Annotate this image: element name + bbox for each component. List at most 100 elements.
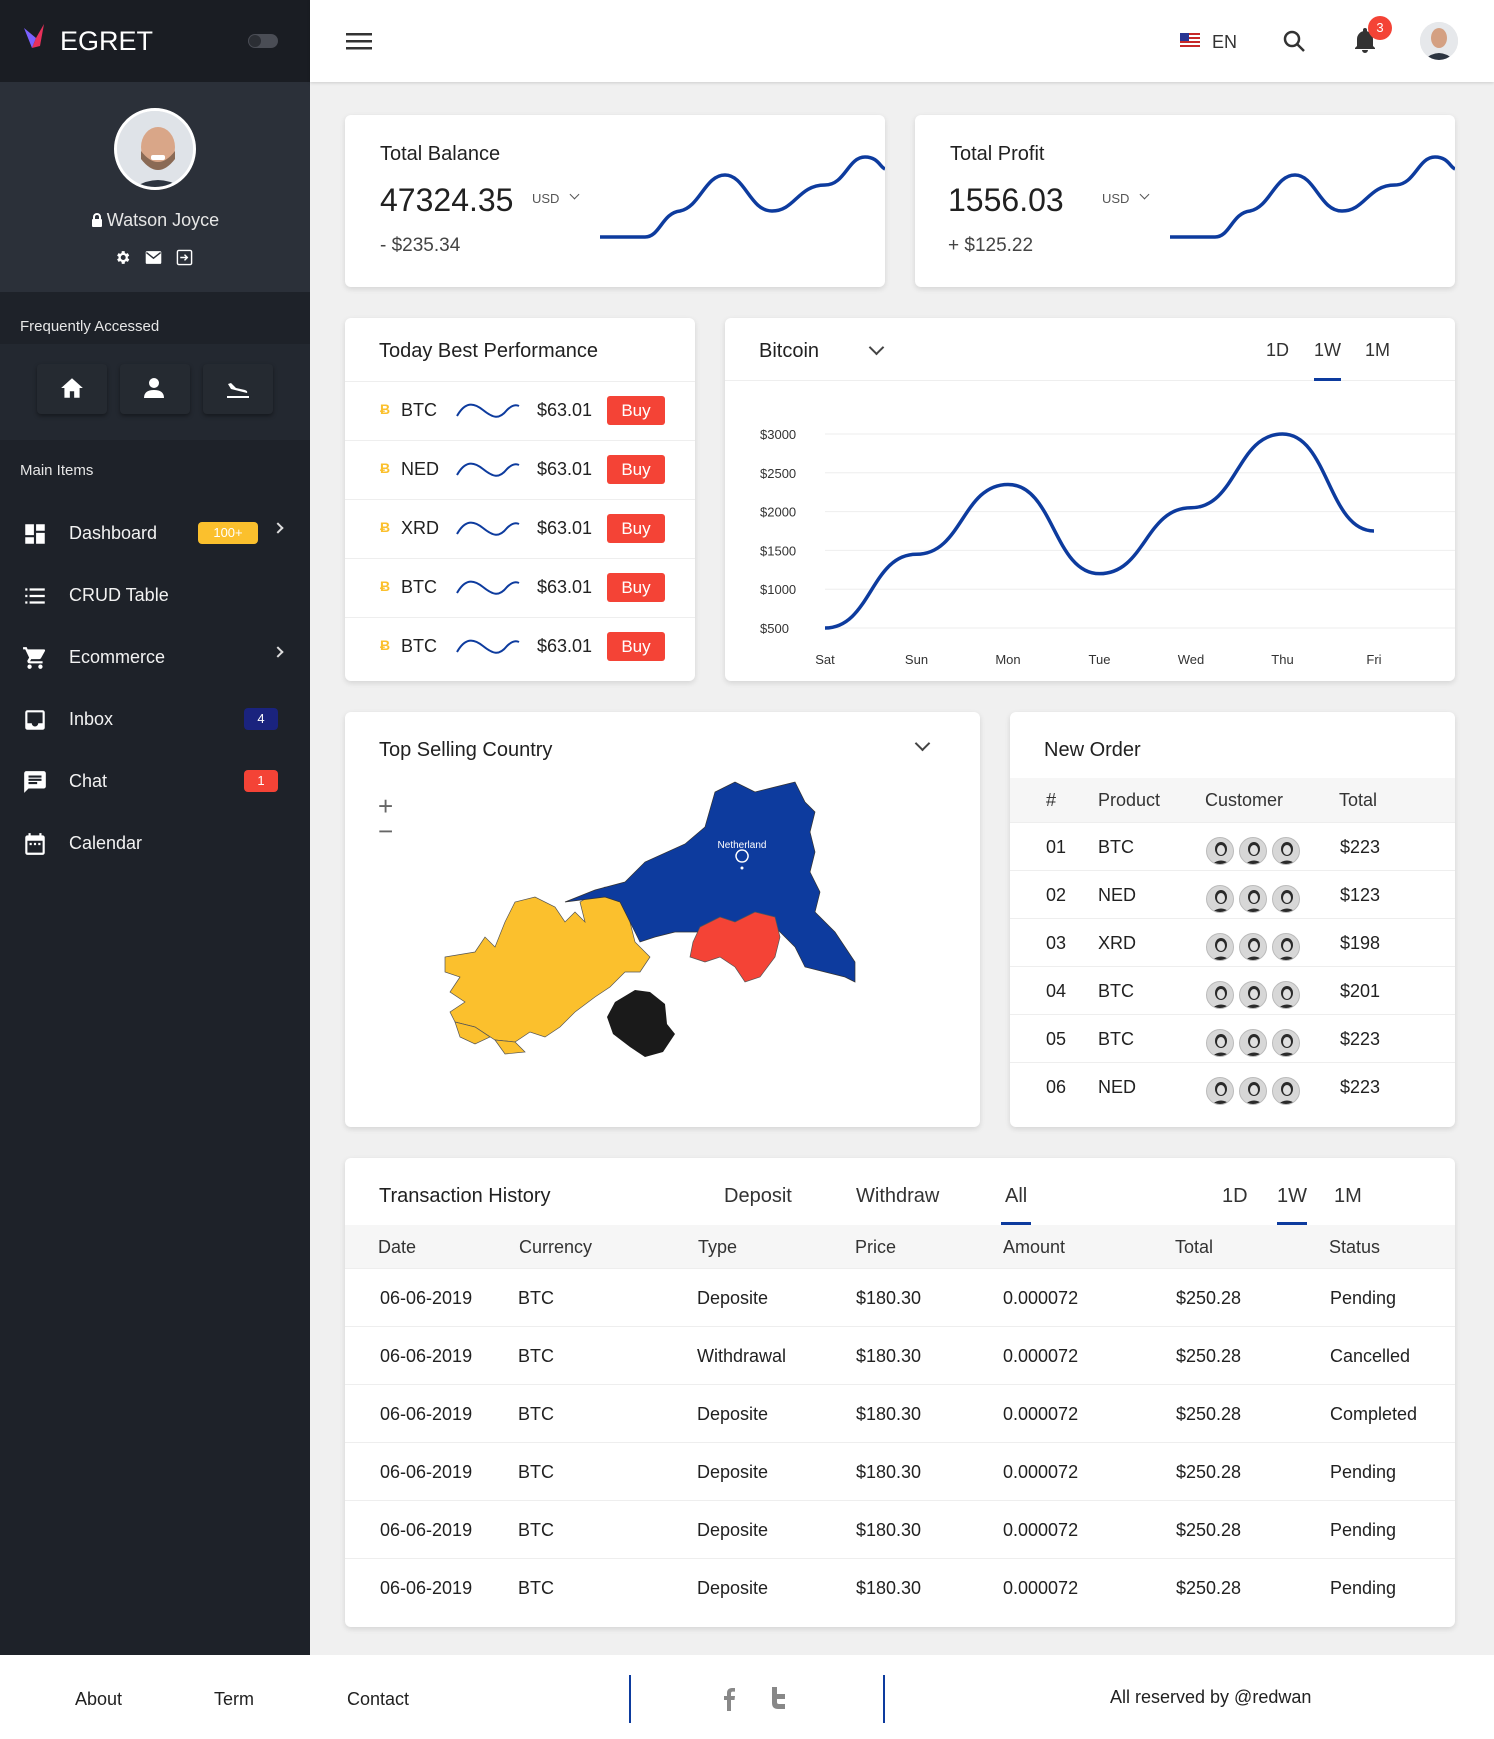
buy-button[interactable]: Buy: [607, 396, 665, 425]
order-row[interactable]: 03 XRD $198: [1010, 918, 1455, 966]
tx-total: $250.28: [1176, 1578, 1242, 1598]
inbox-badge: 4: [244, 708, 278, 730]
theme-toggle[interactable]: [248, 34, 278, 48]
tx-status: Pending: [1330, 1520, 1397, 1540]
table-row[interactable]: 06-06-2019 BTC Withdrawal $180.30 0.000072 $2…: [345, 1326, 1455, 1384]
tx-type: Deposite: [697, 1462, 769, 1482]
sidebar-item-inbox[interactable]: Inbox 4: [0, 694, 310, 744]
chevron-down-icon[interactable]: [1139, 189, 1150, 200]
order-total: $198: [1340, 933, 1381, 953]
coin-price: $63.01: [537, 518, 593, 538]
table-row[interactable]: 06-06-2019 BTC Deposite $180.30 0.000072 $250…: [345, 1500, 1455, 1558]
mail-icon[interactable]: [145, 250, 162, 265]
buy-button[interactable]: Buy: [607, 632, 665, 661]
x-tick-label: Fri: [1366, 652, 1381, 667]
transactions-title: Transaction History: [379, 1185, 551, 1207]
profit-currency[interactable]: USD: [1102, 191, 1129, 206]
balance-title: Total Balance: [380, 143, 501, 165]
footer-link-term[interactable]: Term: [214, 1689, 254, 1710]
header-avatar[interactable]: [1420, 22, 1458, 60]
sidebar-item-calendar[interactable]: Calendar: [0, 818, 310, 868]
brand-name: EGRET: [60, 26, 154, 56]
gear-icon[interactable]: [114, 249, 131, 266]
customer-avatar: [1206, 933, 1234, 961]
tx-currency: BTC: [518, 1578, 554, 1598]
search-icon[interactable]: [1282, 29, 1306, 53]
chat-badge: 1: [244, 770, 278, 792]
tx-status: Cancelled: [1330, 1346, 1411, 1366]
order-row[interactable]: 06 NED $223: [1010, 1062, 1455, 1110]
twitter-icon[interactable]: [770, 1687, 790, 1709]
avatar[interactable]: [114, 108, 196, 190]
facebook-icon[interactable]: [722, 1687, 736, 1711]
order-total: $201: [1340, 981, 1381, 1001]
tx-range-1d[interactable]: 1D: [1222, 1185, 1248, 1208]
bitcoin-range-1m[interactable]: 1M: [1365, 340, 1390, 361]
buy-button[interactable]: Buy: [607, 573, 665, 602]
table-row[interactable]: 06-06-2019 BTC Deposite $180.30 0.000072 $250…: [345, 1268, 1455, 1326]
flight-land-icon: [227, 383, 249, 398]
tab-all[interactable]: All: [1005, 1185, 1027, 1208]
order-row[interactable]: 04 BTC $201: [1010, 966, 1455, 1014]
sidebar-item-ecommerce[interactable]: Ecommerce: [0, 632, 310, 682]
country-map: Netherland: [444, 781, 856, 1057]
quick-home-button[interactable]: [37, 364, 107, 414]
order-row[interactable]: 02 NED $123: [1010, 870, 1455, 918]
footer-link-contact[interactable]: Contact: [347, 1689, 409, 1710]
brand-bar: EGRET: [0, 0, 310, 82]
x-tick-label: Tue: [1089, 652, 1111, 667]
tx-currency: BTC: [518, 1346, 554, 1366]
tx-total: $250.28: [1176, 1520, 1242, 1540]
main-items-title: Main Items: [20, 462, 94, 479]
map-country-label: Netherland: [718, 840, 767, 851]
menu-icon[interactable]: [346, 31, 372, 51]
zoom-out-button[interactable]: −: [378, 818, 393, 844]
quick-flight-button[interactable]: [203, 364, 273, 414]
zoom-in-button[interactable]: +: [378, 793, 393, 819]
tx-range-1m[interactable]: 1M: [1334, 1185, 1362, 1208]
table-row[interactable]: 06-06-2019 BTC Deposite $180.30 0.000072 $250…: [345, 1558, 1455, 1616]
best-performance-card: Today Best Performance Ƀ BTC $63.01 Buy Ƀ NED…: [345, 318, 695, 681]
tx-header: Total: [1175, 1237, 1214, 1257]
tx-type: Deposite: [697, 1288, 769, 1308]
table-row[interactable]: 06-06-2019 BTC Deposite $180.30 0.000072 $250…: [345, 1384, 1455, 1442]
frequently-accessed-title: Frequently Accessed: [20, 318, 160, 335]
bitcoin-range-1w[interactable]: 1W: [1314, 340, 1341, 361]
tx-header: Price: [855, 1237, 897, 1257]
tx-price: $180.30: [856, 1520, 922, 1540]
tab-withdraw[interactable]: Withdraw: [856, 1185, 939, 1208]
profit-change: + $125.22: [948, 235, 1034, 256]
tx-date: 06-06-2019: [380, 1462, 473, 1482]
sidebar-item-chat[interactable]: Chat 1: [0, 756, 310, 806]
coin-symbol: BTC: [401, 400, 437, 420]
buy-button[interactable]: Buy: [607, 514, 665, 543]
tx-price: $180.30: [856, 1404, 922, 1424]
lock-icon: [91, 213, 102, 227]
tx-status: Pending: [1330, 1288, 1397, 1308]
order-row[interactable]: 01 BTC $223: [1010, 822, 1455, 870]
footer-link-about[interactable]: About: [75, 1689, 122, 1710]
bitcoin-range-1d[interactable]: 1D: [1266, 340, 1289, 361]
chevron-down-icon[interactable]: [914, 735, 931, 752]
buy-button[interactable]: Buy: [607, 455, 665, 484]
language-selector[interactable]: EN: [1212, 32, 1237, 53]
coin-sparkline: [456, 462, 520, 477]
tx-amount: 0.000072: [1003, 1288, 1079, 1308]
tx-range-1w[interactable]: 1W: [1277, 1185, 1307, 1208]
balance-currency[interactable]: USD: [532, 191, 559, 206]
tx-currency: BTC: [518, 1462, 554, 1482]
sidebar-item-crud-table[interactable]: CRUD Table: [0, 570, 310, 620]
sidebar-item-label: Inbox: [69, 709, 114, 729]
tx-status: Pending: [1330, 1462, 1397, 1482]
balance-sparkline: [600, 155, 885, 239]
logout-icon[interactable]: [176, 249, 193, 266]
order-row[interactable]: 05 BTC $223: [1010, 1014, 1455, 1062]
x-tick-label: Sat: [815, 652, 835, 667]
quick-user-button[interactable]: [120, 364, 190, 414]
tab-deposit[interactable]: Deposit: [724, 1185, 792, 1208]
chevron-down-icon[interactable]: [569, 189, 580, 200]
tx-header: Currency: [519, 1237, 593, 1257]
table-row[interactable]: 06-06-2019 BTC Deposite $180.30 0.000072 $250…: [345, 1442, 1455, 1500]
us-flag-icon: [1180, 33, 1200, 48]
sidebar-item-dashboard[interactable]: Dashboard 100+: [0, 508, 310, 558]
